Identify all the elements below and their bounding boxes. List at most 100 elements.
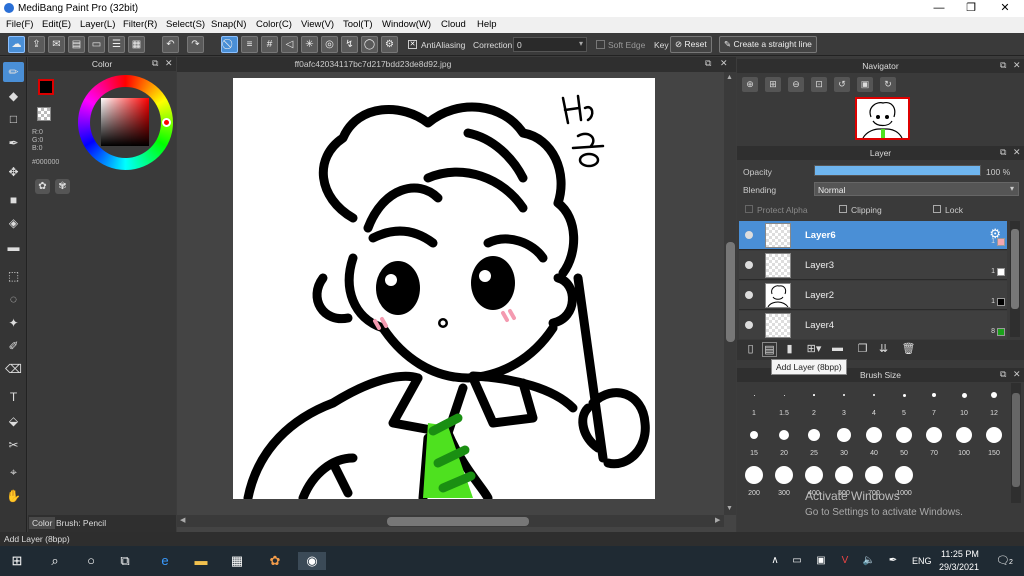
pen-icon[interactable]: ✒ [882,552,904,570]
float-navigator-icon[interactable]: ⧉ [1000,60,1006,71]
vertical-scrollbar[interactable]: ▲ ▼ [724,72,736,515]
volume-icon[interactable]: 🔈 [858,552,880,570]
close-document-icon[interactable]: ✕ [720,58,728,69]
close-button[interactable]: ✕ [990,1,1020,16]
redo-icon[interactable]: ↷ [187,36,204,53]
rotate-right-icon[interactable]: ↻ [880,77,896,92]
brush-size-option[interactable]: 150 [979,423,1009,457]
restore-button[interactable]: ❐ [956,1,986,16]
delete-layer-icon[interactable]: 🗑 [901,342,916,357]
saturation-square[interactable] [101,98,149,146]
ellipse-snap-icon[interactable]: ◯ [361,36,378,53]
medibang-taskbar-icon[interactable]: ◉ [298,552,326,570]
document-tab[interactable]: ff0afc420341‏17bc7d217bdd23de8d92.jpg ⧉ … [177,57,736,72]
brush-size-option[interactable]: 1.5 [769,383,799,417]
palette-icon[interactable]: ✿ [35,179,50,194]
windows-start-icon[interactable]: ⊞ [6,552,28,570]
gradient-tool-icon[interactable]: ▬ [3,237,24,257]
close-panel-icon[interactable]: ✕ [165,58,173,69]
scroll-right-icon[interactable]: ▶ [715,516,720,524]
close-navigator-icon[interactable]: ✕ [1013,60,1021,71]
hue-cursor[interactable] [162,118,171,127]
eyedropper-icon[interactable]: ⌖ [3,462,24,482]
text-tool-icon[interactable]: T [3,387,24,407]
brush-size-option[interactable]: 100 [949,423,979,457]
select-pen-icon[interactable]: ✐ [3,336,24,356]
fit-window-icon[interactable]: ▣ [857,77,873,92]
add-layer-8bpp-icon[interactable]: ▤ [762,342,777,357]
layer-row[interactable]: Layer3 1 [739,251,1007,280]
cloud-icon[interactable]: ☁ [8,36,25,53]
brush-size-option[interactable]: 30 [829,423,859,457]
brush-scrollbar[interactable] [1011,383,1021,503]
brush-tab[interactable]: Brush: Pencil [56,518,106,528]
brush-size-option[interactable]: 200 [739,463,769,497]
correction-select[interactable]: 0 ▾ [513,37,587,52]
menu-edit[interactable]: Edit(E) [42,19,71,30]
chevron-up-icon[interactable]: ∧ [764,552,786,570]
float-panel-icon[interactable]: ⧉ [152,58,158,69]
menu-layer[interactable]: Layer(L) [80,19,115,30]
menu-view[interactable]: View(V) [301,19,334,30]
menu-window[interactable]: Window(W) [382,19,431,30]
brush-size-option[interactable]: 20 [769,423,799,457]
circle-snap-icon[interactable]: ◎ [321,36,338,53]
undo-icon[interactable]: ↶ [162,36,179,53]
visibility-toggle[interactable] [745,321,753,329]
antialiasing-checkbox[interactable]: ✕ [408,40,417,49]
float-brush-size-icon[interactable]: ⧉ [1000,369,1006,380]
folder-icon[interactable]: ▬ [830,342,845,357]
brush-size-option[interactable]: 10 [949,383,979,417]
zoom-out-icon[interactable]: ⊖ [788,77,804,92]
zoom-fit-icon[interactable]: ⊞ [765,77,781,92]
scroll-down-icon[interactable]: ▼ [726,505,733,512]
antivirus-icon[interactable]: V [834,552,856,570]
merge-layer-icon[interactable]: ⇊ [876,342,891,357]
menu-filter[interactable]: Filter(R) [123,19,157,30]
dot-tool-icon[interactable]: ✒ [3,133,24,153]
comment-icon[interactable]: ✉ [48,36,65,53]
clipping-checkbox[interactable] [839,205,847,213]
blending-select[interactable]: Normal ▾ [814,182,1019,196]
chat-icon[interactable]: ▤ [68,36,85,53]
actual-size-icon[interactable]: ⊡ [811,77,827,92]
brush-size-option[interactable]: 2 [799,383,829,417]
hdd-icon[interactable]: ▣ [810,552,832,570]
visibility-toggle[interactable] [745,291,753,299]
soft-edge-checkbox[interactable] [596,40,605,49]
radial-snap-icon[interactable]: ✳ [301,36,318,53]
brush-size-option[interactable]: 50 [889,423,919,457]
clock-date[interactable]: 29/3/2021 [939,562,979,572]
clock-time[interactable]: 11:25 PM [941,549,979,559]
create-straight-line-button[interactable]: ✎ Create a straight line [719,36,817,53]
layer-row[interactable]: Layer2 1 [739,281,1007,310]
brush-size-option[interactable]: 3 [829,383,859,417]
minimize-button[interactable]: — [924,1,954,16]
snap-settings-icon[interactable]: ⚙ [381,36,398,53]
edge-browser-icon[interactable]: e [154,552,176,570]
move-tool-icon[interactable]: ✥ [3,162,24,182]
brush-size-option[interactable]: 7 [919,383,949,417]
paint-app-icon[interactable]: ✿ [264,552,286,570]
color-tab[interactable]: Color [29,517,56,529]
new-layer-icon[interactable]: ▯ [743,342,758,357]
search-icon[interactable]: ⌕ [44,552,66,570]
drawing-canvas[interactable] [233,78,655,503]
curve-snap-icon[interactable]: ↯ [341,36,358,53]
lock-checkbox[interactable] [933,205,941,213]
close-brush-size-icon[interactable]: ✕ [1013,369,1021,380]
divide-tool-icon[interactable]: ⬙ [3,411,24,431]
menu-snap[interactable]: Snap(N) [211,19,246,30]
brush-scroll-thumb[interactable] [1012,393,1020,487]
brush-size-option[interactable]: 70 [919,423,949,457]
layer-row[interactable]: Layer6 ⚙ 1 [739,221,1007,250]
brush-size-option[interactable]: 300 [769,463,799,497]
blur-tool-icon[interactable]: ✂ [3,435,24,455]
color-settings-icon[interactable]: ✾ [55,179,70,194]
brush-size-option[interactable]: 40 [859,423,889,457]
brush-size-option[interactable]: 12 [979,383,1009,417]
bucket-tool-icon[interactable]: ◈ [3,213,24,233]
protect-alpha-checkbox[interactable] [745,205,753,213]
select-rect-icon[interactable]: ⬚ [3,266,24,286]
transparent-color-swatch[interactable] [37,107,51,121]
